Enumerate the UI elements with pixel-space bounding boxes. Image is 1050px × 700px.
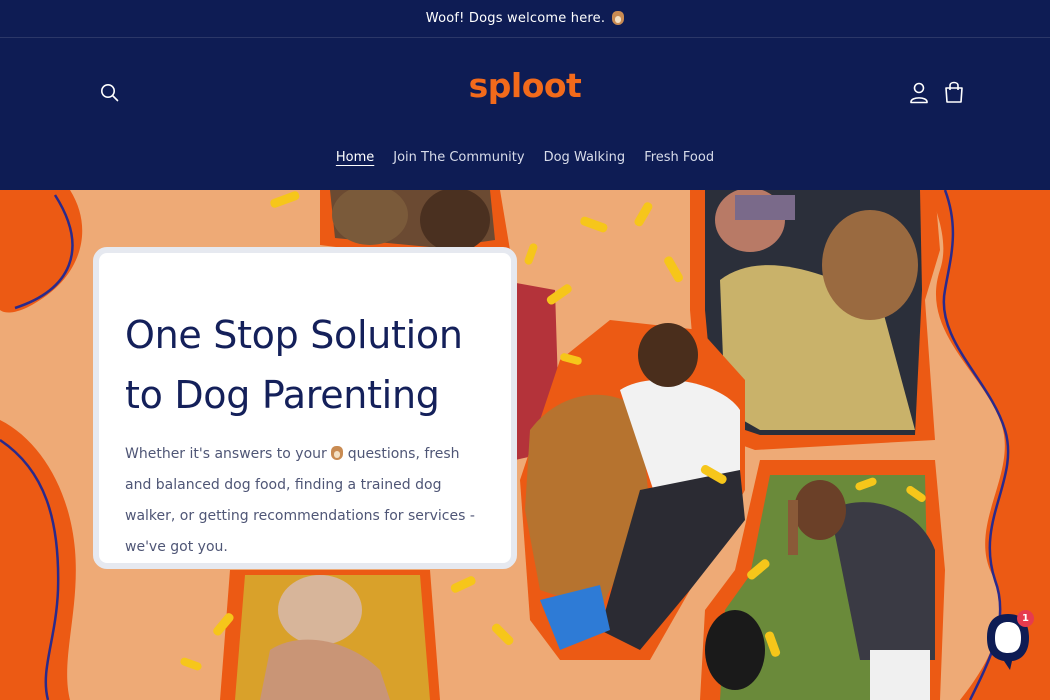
- nav-item-fresh-food[interactable]: Fresh Food: [644, 150, 714, 165]
- chat-notification-badge: 1: [1017, 610, 1034, 627]
- account-icon: [910, 82, 928, 104]
- announcement-bar: Woof! Dogs welcome here.: [0, 0, 1050, 38]
- nav-item-home[interactable]: Home: [336, 150, 374, 165]
- hero-section: One Stop Solution to Dog Parenting Wheth…: [0, 190, 1050, 700]
- hero-description: Whether it's answers to your questions, …: [125, 439, 485, 563]
- site-logo[interactable]: sploot: [0, 66, 1050, 105]
- shopping-bag-icon: [945, 81, 963, 103]
- hero-card: One Stop Solution to Dog Parenting Wheth…: [93, 247, 517, 569]
- account-button[interactable]: [908, 81, 930, 105]
- dog-face-icon: [331, 446, 344, 462]
- hero-text-start: Whether it's answers to your: [125, 446, 327, 462]
- announcement-text: Woof! Dogs welcome here.: [425, 11, 606, 26]
- dog-face-icon: [612, 10, 625, 27]
- nav-item-dog-walking[interactable]: Dog Walking: [544, 150, 626, 165]
- main-nav: Home Join The Community Dog Walking Fres…: [0, 150, 1050, 165]
- hero-title: One Stop Solution to Dog Parenting: [125, 313, 463, 417]
- cart-button[interactable]: [943, 80, 965, 104]
- nav-item-join-the-community[interactable]: Join The Community: [393, 150, 524, 165]
- site-header: sploot Home Join The Community Dog Walki…: [0, 38, 1050, 190]
- hero-text-end: questions, fresh and balanced dog food, …: [125, 446, 475, 555]
